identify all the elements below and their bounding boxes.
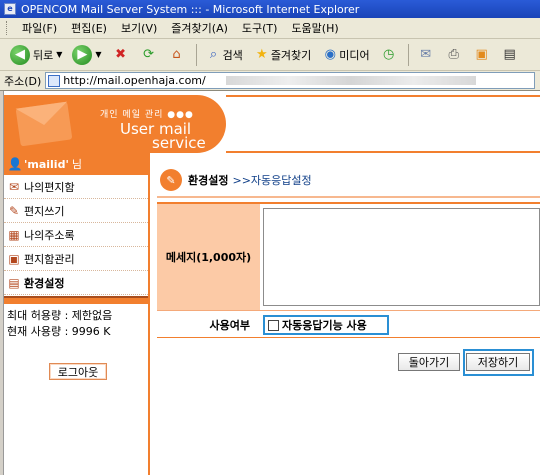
user-greeting: 👤 'mailid' 님 (4, 153, 148, 175)
menu-file[interactable]: 파일(F) (15, 20, 64, 36)
autoreply-checkbox-label: 자동응답기능 사용 (282, 319, 367, 332)
history-button[interactable]: ◷ (376, 42, 402, 68)
title-main: 환경설정 (188, 174, 229, 187)
sidebar-item-settings[interactable]: ▤ 환경설정 (4, 271, 148, 295)
user-mailid: 'mailid' (24, 157, 69, 171)
back-arrow-icon: ◀ (10, 44, 30, 65)
sidebar-item-compose[interactable]: ✎ 편지쓰기 (4, 199, 148, 223)
sidebar-item-inbox[interactable]: ✉ 나의편지함 (4, 175, 148, 199)
menu-edit[interactable]: 편집(E) (64, 20, 114, 36)
folder-manage-icon: ▣ (8, 251, 20, 266)
toolbar-separator (407, 43, 409, 66)
print-icon: ⎙ (448, 47, 459, 62)
address-input[interactable]: http://mail.openhaja.com/ (45, 72, 536, 89)
forward-button[interactable]: ▶ ▼ (68, 42, 105, 68)
quota-used: 현재 사용량 : 9996 K (7, 325, 111, 338)
menubar-grip (6, 21, 9, 35)
envelope-logo-icon (15, 101, 73, 147)
discuss-icon: ▤ (503, 47, 516, 62)
window-titlebar: e OPENCOM Mail Server System ::: - Micro… (0, 0, 540, 18)
sidebar-item-label: 환경설정 (24, 276, 65, 290)
settings-doc-icon: ▤ (8, 275, 20, 290)
autoreply-checkbox[interactable] (268, 319, 279, 331)
sidebar: 👤 'mailid' 님 ✉ 나의편지함 ✎ 편지쓰기 ▦ 나의주소록 ▣ 편지… (4, 153, 150, 475)
save-button[interactable]: 저장하기 (466, 353, 530, 371)
edit-icon: ▣ (475, 47, 488, 62)
address-bar: 주소(D) http://mail.openhaja.com/ (0, 71, 540, 91)
pencil-icon: ✎ (8, 203, 20, 218)
media-button[interactable]: ◉ 미디어 (317, 42, 373, 68)
search-icon: ⌕ (209, 47, 218, 62)
logout-button[interactable]: 로그아웃 (49, 363, 107, 380)
media-label: 미디어 (339, 48, 370, 62)
refresh-button[interactable]: ⟳ (136, 42, 162, 68)
star-icon: ★ (255, 47, 268, 62)
search-button[interactable]: ⌕ 검색 (201, 42, 247, 68)
address-label: 주소(D) (4, 74, 42, 88)
stop-icon: ✖ (115, 47, 127, 62)
toolbar-separator (195, 43, 197, 66)
ie-app-icon: e (4, 3, 16, 15)
back-label: 뒤로 (33, 48, 54, 62)
menubar: 파일(F) 편집(E) 보기(V) 즐겨찾기(A) 도구(T) 도움말(H) (0, 18, 540, 39)
inbox-icon: ✉ (8, 179, 20, 194)
favorites-button[interactable]: ★ 즐겨찾기 (249, 42, 315, 68)
favorites-label: 즐겨찾기 (270, 48, 312, 62)
sidebar-item-label: 편지함관리 (24, 252, 75, 266)
page-title: ✎ 환경설정 >>자동응답설정 (160, 166, 312, 194)
home-button[interactable]: ⌂ (164, 42, 190, 68)
header-bottom-rule (226, 151, 540, 153)
use-label: 사용여부 (209, 319, 250, 332)
back-dropdown-icon[interactable]: ▼ (56, 50, 62, 59)
address-url: http://mail.openhaja.com/ (63, 74, 206, 87)
message-row: 메세지(1,000자) (157, 204, 540, 311)
edit-button[interactable]: ▣ (469, 42, 495, 68)
home-icon: ⌂ (172, 47, 181, 62)
page-icon (48, 74, 61, 87)
sidebar-divider (4, 296, 148, 304)
title-rule (157, 196, 540, 198)
header-top-rule (226, 95, 540, 97)
search-label: 검색 (222, 48, 243, 62)
media-icon: ◉ (324, 47, 336, 62)
sidebar-item-folder-manage[interactable]: ▣ 편지함관리 (4, 247, 148, 271)
page-header: 개인 메일 관리 ●●● User mail service (4, 95, 540, 153)
refresh-icon: ⟳ (143, 47, 155, 62)
history-icon: ◷ (383, 47, 395, 62)
message-textarea[interactable] (263, 208, 540, 306)
menu-view[interactable]: 보기(V) (114, 20, 164, 36)
settings-tool-icon: ✎ (160, 169, 182, 191)
discuss-button[interactable]: ▤ (497, 42, 523, 68)
quota-info: 최대 허용량 : 제한없음 현재 사용량 : 9996 K (4, 304, 148, 340)
sidebar-item-addressbook[interactable]: ▦ 나의주소록 (4, 223, 148, 247)
menu-help[interactable]: 도움말(H) (284, 20, 345, 36)
menu-tools[interactable]: 도구(T) (235, 20, 285, 36)
forward-arrow-icon: ▶ (72, 44, 93, 65)
window-title: OPENCOM Mail Server System ::: - Microso… (21, 2, 360, 16)
header-subtitle: 개인 메일 관리 ●●● (100, 110, 194, 120)
stop-button[interactable]: ✖ (108, 42, 134, 68)
mail-button[interactable]: ✉ (413, 42, 439, 68)
sidebar-item-label: 나의편지함 (24, 180, 75, 194)
autoreply-form: 메세지(1,000자) 사용여부 자동응답기능 사용 (157, 202, 540, 338)
brand-title-line2: service (152, 134, 206, 152)
mail-icon: ✉ (420, 47, 432, 62)
quota-max: 최대 허용량 : 제한없음 (7, 309, 113, 322)
forward-dropdown-icon[interactable]: ▼ (95, 50, 101, 59)
addressbook-icon: ▦ (8, 227, 20, 242)
sidebar-item-label: 나의주소록 (24, 228, 75, 242)
message-label: 메세지(1,000자) (157, 204, 260, 310)
title-breadcrumb: >>자동응답설정 (232, 174, 312, 187)
redacted-area (225, 76, 476, 85)
browser-toolbar: ◀ 뒤로 ▼ ▶ ▼ ✖ ⟳ ⌂ ⌕ 검색 ★ 즐겨찾기 ◉ 미디어 ◷ ✉ ⎙… (0, 39, 540, 71)
use-row: 사용여부 자동응답기능 사용 (157, 312, 540, 338)
back-page-button[interactable]: 돌아가기 (398, 353, 460, 371)
back-button[interactable]: ◀ 뒤로 ▼ (6, 42, 66, 68)
person-icon: 👤 (7, 157, 23, 171)
menu-favorites[interactable]: 즐겨찾기(A) (164, 20, 235, 36)
user-suffix: 님 (71, 158, 82, 171)
autoreply-checkbox-container[interactable]: 자동응답기능 사용 (263, 315, 389, 335)
print-button[interactable]: ⎙ (441, 42, 467, 68)
sidebar-item-label: 편지쓰기 (24, 204, 65, 218)
